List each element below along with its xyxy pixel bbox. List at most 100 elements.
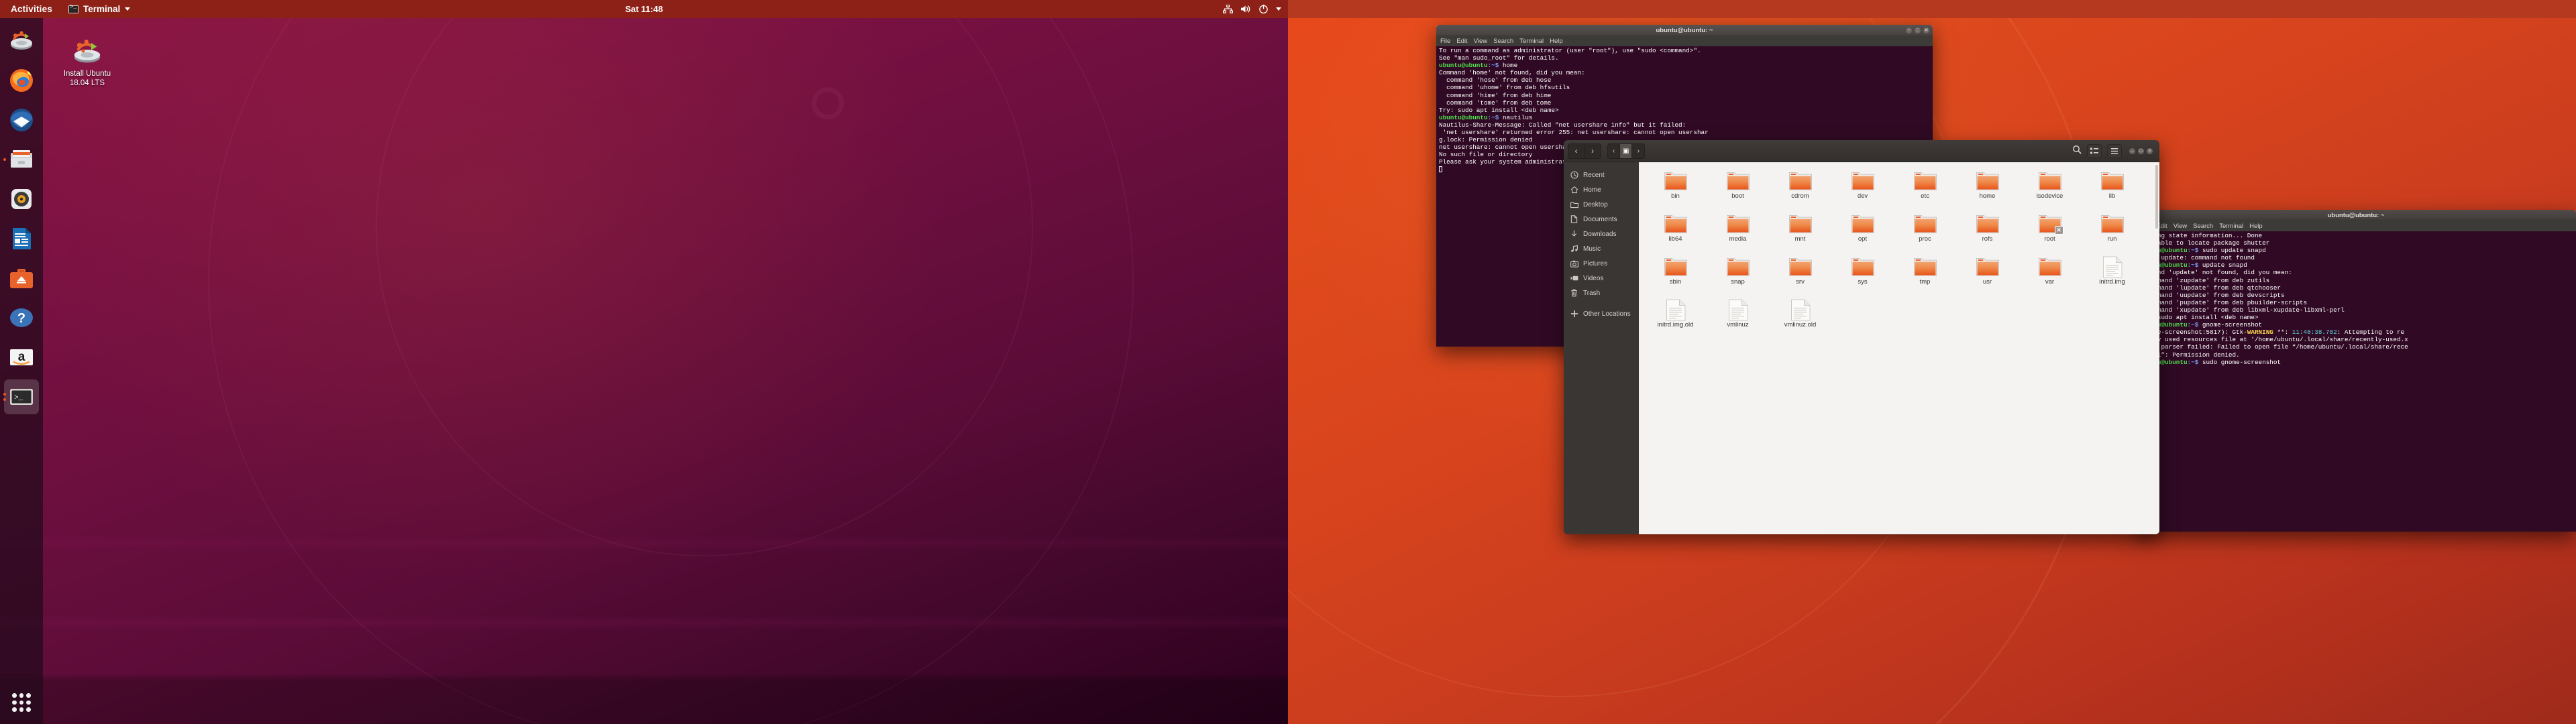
sidebar-item-other-locations[interactable]: Other Locations	[1564, 306, 1639, 321]
window-controls[interactable]: – □ ✕	[1906, 27, 1929, 34]
file-item[interactable]: cdrom	[1769, 170, 1831, 212]
dock-item-files[interactable]	[3, 142, 39, 177]
menu-search[interactable]: Search	[2193, 223, 2213, 230]
dock-item-ubuntu-software[interactable]	[4, 261, 39, 296]
path-button-filesystem[interactable]: ▣	[1620, 143, 1633, 158]
menu-search[interactable]: Search	[1493, 38, 1513, 45]
file-item[interactable]: lib64	[1644, 213, 1707, 255]
sidebar-item-music[interactable]: Music	[1564, 241, 1639, 256]
sidebar[interactable]: Recent Home Desktop Documents Downloads Music…	[1564, 162, 1639, 534]
dock-item-rhythmbox[interactable]	[4, 182, 39, 217]
sidebar-item-home[interactable]: Home	[1564, 182, 1639, 197]
dock-item-install-ubuntu[interactable]	[4, 23, 39, 58]
maximize-button[interactable]: □	[1915, 27, 1921, 34]
file-item[interactable]: initrd.img	[2081, 256, 2143, 298]
file-item[interactable]: lib	[2081, 170, 2143, 212]
dock-item-amazon[interactable]: a	[4, 340, 39, 375]
file-label: dev	[1857, 192, 1868, 200]
minimize-button[interactable]: –	[2129, 147, 2135, 154]
scrollbar[interactable]	[2155, 165, 2158, 229]
file-item[interactable]: mnt	[1769, 213, 1831, 255]
file-item[interactable]: srv	[1769, 256, 1831, 298]
path-scroll-left[interactable]: ‹	[1608, 143, 1620, 158]
file-item[interactable]: run	[2081, 213, 2143, 255]
header-bar[interactable]: ‹ › ‹ ▣ › – □ ✕	[1564, 140, 2159, 162]
minimize-button[interactable]: –	[1906, 27, 1912, 34]
menu-bar[interactable]: File Edit View Search Terminal Help	[1436, 36, 1933, 46]
file-item[interactable]: snap	[1707, 256, 1769, 298]
view-grid-icon[interactable]	[2087, 143, 2102, 158]
file-item[interactable]: dev	[1831, 170, 1894, 212]
menu-edit[interactable]: Edit	[1456, 38, 1467, 45]
file-item[interactable]: isodevice	[2019, 170, 2081, 212]
sidebar-item-pictures[interactable]: Pictures	[1564, 256, 1639, 271]
file-item[interactable]: tmp	[1894, 256, 1956, 298]
file-label: tmp	[1919, 278, 1931, 286]
file-item[interactable]: etc	[1894, 170, 1956, 212]
dock-item-thunderbird[interactable]	[4, 103, 39, 137]
title-bar[interactable]: ubuntu@ubuntu: ~	[2136, 210, 2576, 221]
file-item[interactable]: var	[2019, 256, 2081, 298]
network-icon[interactable]	[1223, 5, 1233, 13]
file-item[interactable]: initrd.img.old	[1644, 299, 1707, 341]
clock[interactable]: Sat 11:48	[625, 4, 663, 14]
title-bar[interactable]: ubuntu@ubuntu: ~ – □ ✕	[1436, 25, 1933, 36]
sidebar-item-documents[interactable]: Documents	[1564, 212, 1639, 227]
maximize-button[interactable]: □	[2138, 147, 2144, 154]
header-actions[interactable]: – □ ✕	[2072, 143, 2155, 158]
file-item[interactable]: sbin	[1644, 256, 1707, 298]
dock-item-terminal[interactable]: >_	[3, 379, 39, 414]
terminal-window-2[interactable]: ubuntu@ubuntu: ~ File Edit View Search T…	[2136, 210, 2576, 532]
path-bar[interactable]: ‹ ▣ ›	[1607, 143, 1646, 159]
activities-button[interactable]: Activities	[0, 4, 62, 14]
window-controls[interactable]: – □ ✕	[2129, 147, 2153, 154]
sidebar-item-desktop[interactable]: Desktop	[1564, 197, 1639, 212]
show-applications-button[interactable]	[8, 689, 35, 716]
desktop-icon-install-ubuntu[interactable]: Install Ubuntu 18.04 LTS	[55, 35, 119, 88]
menu-view[interactable]: View	[2174, 223, 2187, 230]
menu-file[interactable]: File	[1440, 38, 1450, 45]
navigation-buttons[interactable]: ‹ ›	[1568, 143, 1601, 159]
search-icon[interactable]	[2072, 145, 2082, 158]
file-item[interactable]: proc	[1894, 213, 1956, 255]
file-item[interactable]: vmlinuz.old	[1769, 299, 1831, 341]
forward-button[interactable]: ›	[1585, 144, 1601, 158]
close-button[interactable]: ✕	[2147, 147, 2153, 154]
chevron-down-icon[interactable]	[1276, 7, 1281, 11]
sidebar-item-trash[interactable]: Trash	[1564, 286, 1639, 300]
close-button[interactable]: ✕	[1923, 27, 1929, 34]
file-manager-window[interactable]: ‹ › ‹ ▣ › – □ ✕ Recent Home Desktop Docu…	[1564, 140, 2159, 534]
system-tray[interactable]	[1223, 4, 1281, 14]
menu-help[interactable]: Help	[2249, 223, 2263, 230]
back-button[interactable]: ‹	[1568, 143, 1585, 158]
file-item[interactable]: opt	[1831, 213, 1894, 255]
menu-terminal[interactable]: Terminal	[1519, 38, 1544, 45]
hamburger-menu-icon[interactable]	[2107, 143, 2122, 158]
dock-item-libreoffice-writer[interactable]	[4, 221, 39, 256]
warning-keyword: WARNING	[2247, 328, 2273, 337]
dock-item-help[interactable]: ?	[4, 300, 39, 335]
file-item[interactable]: bin	[1644, 170, 1707, 212]
file-item[interactable]: usr	[1956, 256, 2019, 298]
sidebar-item-downloads[interactable]: Downloads	[1564, 227, 1639, 241]
terminal-output[interactable]: Reading state information... Done E: Unab…	[2136, 231, 2576, 532]
file-item[interactable]: boot	[1707, 170, 1769, 212]
file-item[interactable]: media	[1707, 213, 1769, 255]
app-menu-button[interactable]: Terminal	[62, 4, 137, 14]
path-scroll-right[interactable]: ›	[1632, 144, 1644, 158]
file-item[interactable]: home	[1956, 170, 2019, 212]
file-item[interactable]: rofs	[1956, 213, 2019, 255]
volume-icon[interactable]	[1240, 5, 1251, 13]
menu-bar[interactable]: File Edit View Search Terminal Help	[2136, 221, 2576, 231]
file-list[interactable]: bin boot cdrom dev etc home isodevice lib lib64 m…	[1639, 162, 2159, 534]
sidebar-item-recent[interactable]: Recent	[1564, 168, 1639, 182]
dock-item-firefox[interactable]	[4, 63, 39, 98]
menu-help[interactable]: Help	[1550, 38, 1563, 45]
sidebar-item-videos[interactable]: Videos	[1564, 271, 1639, 286]
power-icon[interactable]	[1258, 4, 1269, 14]
file-item[interactable]: vmlinuz	[1707, 299, 1769, 341]
menu-view[interactable]: View	[1474, 38, 1487, 45]
menu-terminal[interactable]: Terminal	[2219, 223, 2243, 230]
file-item[interactable]: sys	[1831, 256, 1894, 298]
file-item[interactable]: ✕ root	[2019, 213, 2081, 255]
